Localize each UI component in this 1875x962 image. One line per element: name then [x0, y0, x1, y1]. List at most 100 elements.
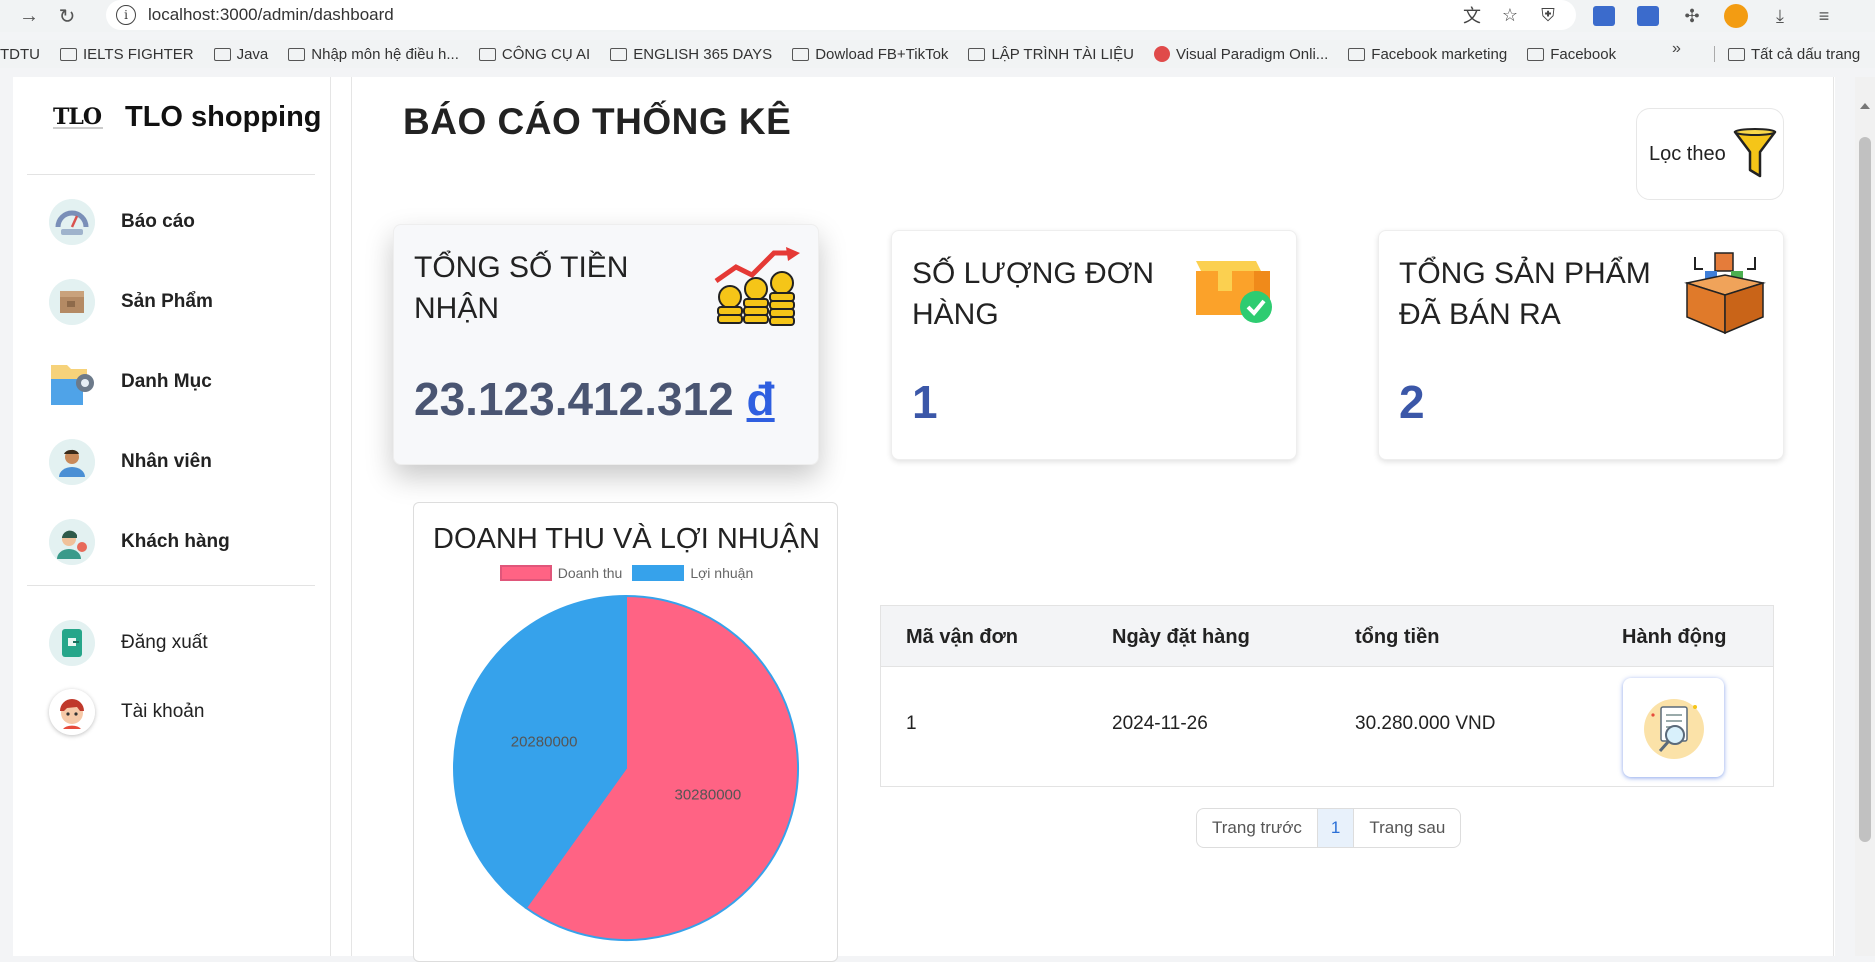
scroll-up-icon[interactable] — [1860, 103, 1870, 109]
filter-label: Lọc theo — [1649, 142, 1726, 165]
folder-icon — [968, 47, 986, 61]
scrollbar-thumb[interactable] — [1859, 137, 1871, 842]
bookmark-separator — [1714, 46, 1715, 62]
sidebar-item-label: Nhân viên — [121, 451, 212, 472]
money-growth-icon — [714, 245, 802, 333]
main-border — [351, 77, 352, 956]
page-number-button[interactable]: 1 — [1317, 809, 1355, 847]
products-sold-value: 2 — [1399, 376, 1425, 428]
next-page-button[interactable]: Trang sau — [1354, 809, 1460, 847]
card-title: TỔNG SỐ TIỀN NHẬN — [414, 251, 629, 325]
sidebar-item-label: Danh Mục — [121, 371, 212, 392]
report-gauge-icon — [49, 199, 95, 245]
category-folder-icon — [49, 359, 95, 405]
currency-link[interactable]: đ — [747, 373, 775, 425]
column-header: Ngày đặt hàng — [1112, 626, 1250, 648]
extension-icon[interactable] — [1637, 6, 1659, 26]
main-border — [1833, 77, 1834, 956]
sidebar-divider — [27, 174, 315, 175]
account-button[interactable]: Tài khoản — [49, 689, 204, 735]
sidebar-item-label: Báo cáo — [121, 211, 195, 232]
logout-icon — [49, 620, 95, 666]
sidebar-item-products[interactable]: Sản Phẩm — [49, 279, 213, 325]
page-title: BÁO CÁO THỐNG KÊ — [403, 101, 792, 142]
employee-icon — [49, 439, 95, 485]
visual-paradigm-icon — [1154, 46, 1170, 62]
total-revenue-card: TỔNG SỐ TIỀN NHẬN 23.123.412.312 đ — [393, 224, 819, 465]
view-document-icon — [1643, 698, 1704, 759]
sidebar-item-employees[interactable]: Nhân viên — [49, 439, 212, 485]
sidebar-item-categories[interactable]: Danh Mục — [49, 359, 212, 405]
pie-chart: 30280000 20280000 — [453, 594, 799, 941]
sidebar-item-report[interactable]: Báo cáo — [49, 199, 195, 245]
funnel-icon — [1732, 126, 1778, 182]
product-box-icon — [49, 279, 95, 325]
shield-icon[interactable]: ⛨ — [1536, 3, 1560, 27]
bookmark-folder[interactable]: Dowload FB+TikTok — [792, 46, 948, 63]
bookmarks-bar: TDTU IELTS FIGHTER Java Nhập môn hệ điều… — [0, 40, 1875, 68]
legend-label: Doanh thu — [557, 565, 623, 581]
bookmark-folder[interactable]: Nhập môn hệ điều h... — [288, 46, 459, 63]
bookmark-folder[interactable]: Facebook — [1527, 46, 1616, 63]
folder-icon — [288, 47, 306, 61]
logout-button[interactable]: Đăng xuất — [49, 620, 208, 666]
folder-icon — [610, 47, 628, 61]
bookmark-folder[interactable]: LẬP TRÌNH TÀI LIỆU — [968, 46, 1134, 63]
card-title: SỐ LƯỢNG ĐƠN HÀNG — [912, 257, 1155, 331]
folder-icon — [1728, 47, 1745, 61]
folder-icon — [213, 47, 231, 61]
bookmark-item[interactable]: Visual Paradigm Onli... — [1154, 46, 1328, 63]
filter-button[interactable]: Lọc theo — [1636, 108, 1784, 200]
reload-icon[interactable]: ↻ — [48, 0, 86, 32]
forward-arrow-icon[interactable]: → — [10, 0, 48, 32]
legend-swatch-revenue — [499, 565, 552, 581]
table-header: Mã vận đơn Ngày đặt hàng tổng tiền Hành … — [881, 606, 1773, 667]
translate-icon[interactable]: 文 — [1460, 3, 1484, 27]
bookmarks-more-button[interactable]: » — [1672, 40, 1681, 58]
sidebar-divider — [27, 585, 315, 586]
folder-icon — [1348, 47, 1366, 61]
customer-icon — [49, 519, 95, 565]
bookmark-folder[interactable]: IELTS FIGHTER — [60, 46, 194, 63]
order-total: 30.280.000 VND — [1355, 713, 1496, 734]
scrollbar[interactable] — [1855, 77, 1875, 956]
prev-page-button[interactable]: Trang trước — [1197, 809, 1318, 847]
extension-icon[interactable] — [1593, 6, 1615, 26]
bookmark-folder[interactable]: Facebook marketing — [1348, 46, 1507, 63]
star-icon[interactable]: ☆ — [1498, 3, 1522, 27]
pie-data-label: 20280000 — [511, 734, 578, 751]
browser-toolbar: → ↻ i localhost:3000/admin/dashboard 文 ☆… — [0, 0, 1875, 32]
menu-icon[interactable]: ≡ — [1808, 3, 1840, 29]
site-info-icon[interactable]: i — [116, 5, 136, 25]
download-icon[interactable]: ⤓ — [1764, 3, 1796, 29]
url-text[interactable]: localhost:3000/admin/dashboard — [148, 5, 394, 25]
total-revenue-value: 23.123.412.312 — [414, 373, 734, 425]
address-bar[interactable]: i localhost:3000/admin/dashboard 文 ☆ ⛨ — [106, 0, 1576, 30]
folder-icon — [478, 47, 496, 61]
bookmark-item[interactable]: TDTU — [0, 46, 40, 63]
folder-icon — [1527, 47, 1545, 61]
order-date: 2024-11-26 — [1112, 713, 1208, 734]
bookmark-folder[interactable]: Java — [213, 46, 268, 63]
order-count-value: 1 — [912, 376, 938, 428]
legend-item-revenue[interactable]: Doanh thu — [499, 565, 623, 581]
chart-title: DOANH THU VÀ LỢI NHUẬN — [433, 523, 820, 555]
sidebar-item-label: Sản Phẩm — [121, 291, 213, 312]
view-order-button[interactable] — [1623, 678, 1724, 777]
sidebar-item-customers[interactable]: Khách hàng — [49, 519, 230, 565]
page: TLO TLO shopping Báo cáo Sản Phẩm Danh M… — [13, 77, 1835, 962]
puzzle-icon[interactable]: ✣ — [1676, 3, 1708, 29]
bookmark-folder[interactable]: CÔNG CỤ AI — [478, 46, 590, 63]
bookmark-folder[interactable]: ENGLISH 365 DAYS — [610, 46, 772, 63]
brand-logo: TLO — [53, 103, 103, 130]
brand-name: TLO shopping — [125, 101, 322, 133]
folder-icon — [792, 47, 810, 61]
pagination: Trang trước 1 Trang sau — [1196, 808, 1462, 848]
brand[interactable]: TLO TLO shopping — [53, 101, 322, 134]
order-box-check-icon — [1192, 255, 1280, 343]
all-bookmarks[interactable]: Tất cả dấu trang — [1728, 40, 1860, 68]
sidebar-item-label: Đăng xuất — [121, 632, 208, 653]
profile-icon[interactable] — [1724, 4, 1748, 28]
legend-item-profit[interactable]: Lợi nhuận — [632, 565, 753, 581]
column-header: Mã vận đơn — [906, 626, 1019, 648]
